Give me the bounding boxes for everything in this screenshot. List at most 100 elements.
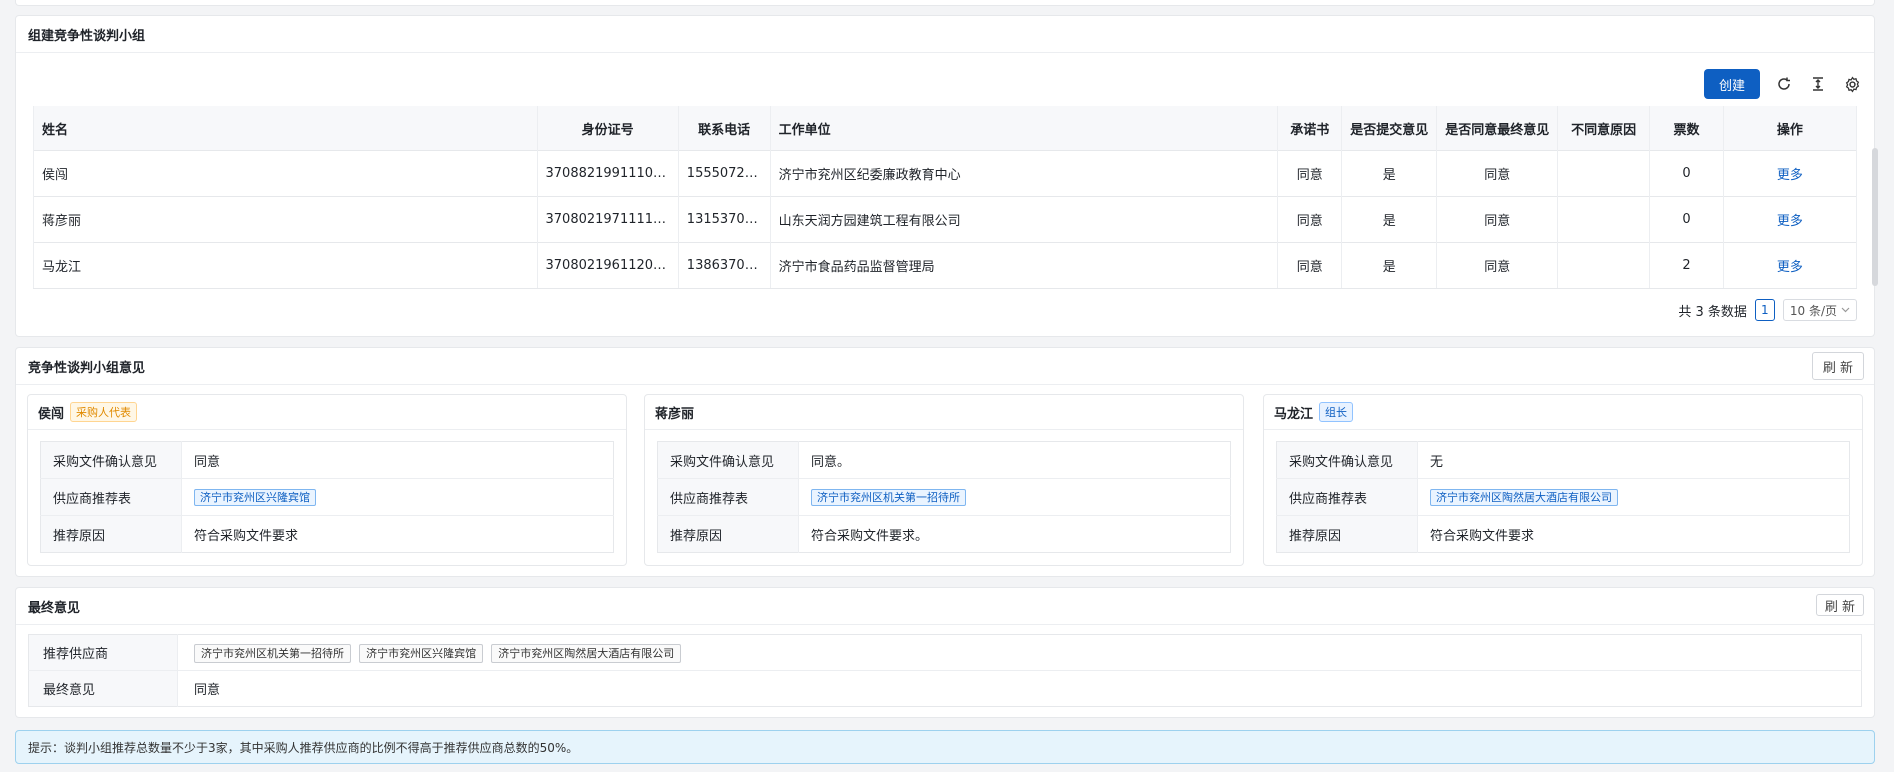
recommended-supplier-label: 推荐供应商 xyxy=(28,634,178,671)
group-section: 组建竞争性谈判小组 创建 姓名 身份证号 联系电话 工作单位 承诺书 是否提交意… xyxy=(15,15,1875,337)
reason-value: 符合采购文件要求 xyxy=(194,528,299,544)
cell-votes: 2 xyxy=(1649,242,1724,289)
cell-promise: 同意 xyxy=(1277,242,1343,289)
confirm-value: 无 xyxy=(1417,441,1850,479)
member-opinion-head: 侯闯 采购人代表 xyxy=(28,395,626,430)
reason-label: 推荐原因 xyxy=(657,515,799,553)
confirm-label: 采购文件确认意见 xyxy=(40,441,182,479)
final-refresh-button[interactable]: 刷 新 xyxy=(1815,594,1864,616)
more-link[interactable]: 更多 xyxy=(1723,196,1858,243)
final-opinion-value: 同意 xyxy=(194,683,221,698)
table-toolbar: 创建 xyxy=(1704,69,1862,99)
reason-label: 推荐原因 xyxy=(40,515,182,553)
notice-banner: 提示：谈判小组推荐总数量不少于3家，其中采购人推荐供应商的比例不得高于推荐供应商… xyxy=(15,730,1875,764)
opinion-section: 竞争性谈判小组意见 刷 新 侯闯 采购人代表 采购文件确认意见 同意 供应商推荐表… xyxy=(15,347,1875,577)
confirm-value: 同意。 xyxy=(798,441,1231,479)
supplier-label: 供应商推荐表 xyxy=(1276,478,1418,516)
cell-submitted: 是 xyxy=(1341,242,1438,289)
cell-unit: 济宁市食品药品监督管理局 xyxy=(770,242,1279,289)
cell-name: 马龙江 xyxy=(33,242,538,289)
final-section: 最终意见 刷 新 推荐供应商 济宁市兖州区机关第一招待所 济宁市兖州区兴隆宾馆 … xyxy=(15,587,1875,718)
confirm-label: 采购文件确认意见 xyxy=(1276,441,1418,479)
previous-card-bottom xyxy=(15,0,1875,6)
refresh-icon[interactable] xyxy=(1774,74,1794,94)
member-opinion-head: 马龙江 组长 xyxy=(1264,395,1862,430)
table-row: 蒋彦丽 3708021971111618... 131537011... 山东天… xyxy=(33,196,1858,243)
member-table: 姓名 身份证号 联系电话 工作单位 承诺书 是否提交意见 是否同意最终意见 不同… xyxy=(33,106,1858,289)
cell-agree-final: 同意 xyxy=(1436,150,1559,197)
more-link[interactable]: 更多 xyxy=(1723,150,1858,197)
table-row: 马龙江 3708021961120121... 138637063... 济宁市… xyxy=(33,242,1858,289)
cell-reason xyxy=(1557,196,1651,243)
page-number-button[interactable]: 1 xyxy=(1754,299,1775,321)
supplier-tag: 济宁市兖州区机关第一招待所 xyxy=(811,489,966,506)
cell-id: 3708021961120121... xyxy=(537,242,679,289)
supplier-tag: 济宁市兖州区陶然居大酒店有限公司 xyxy=(491,643,682,663)
member-name: 马龙江 xyxy=(1274,406,1314,422)
cell-unit: 山东天润方园建筑工程有限公司 xyxy=(770,196,1279,243)
member-opinion-card: 侯闯 采购人代表 采购文件确认意见 同意 供应商推荐表 济宁市兖州区兴隆宾馆 推荐原… xyxy=(27,394,627,566)
reason-value: 符合采购文件要求 xyxy=(1430,528,1535,544)
chevron-down-icon xyxy=(1841,307,1850,313)
col-header-agree-final: 是否同意最终意见 xyxy=(1436,106,1559,151)
confirm-value: 同意 xyxy=(181,441,614,479)
col-header-submitted: 是否提交意见 xyxy=(1341,106,1438,151)
col-header-promise: 承诺书 xyxy=(1277,106,1343,151)
settings-icon[interactable] xyxy=(1842,74,1862,94)
supplier-tag: 济宁市兖州区兴隆宾馆 xyxy=(359,643,484,663)
cell-reason xyxy=(1557,242,1651,289)
cell-id: 3708821991110716... xyxy=(537,150,679,197)
col-header-name: 姓名 xyxy=(33,106,538,151)
supplier-tag: 济宁市兖州区陶然居大酒店有限公司 xyxy=(1430,489,1618,506)
opinion-section-title: 竞争性谈判小组意见 xyxy=(16,348,1874,385)
cell-promise: 同意 xyxy=(1277,196,1343,243)
final-opinion-table: 推荐供应商 济宁市兖州区机关第一招待所 济宁市兖州区兴隆宾馆 济宁市兖州区陶然居… xyxy=(28,634,1862,707)
create-button[interactable]: 创建 xyxy=(1704,69,1760,99)
group-section-title: 组建竞争性谈判小组 xyxy=(16,16,1874,53)
page-size-select[interactable]: 10 条/页 xyxy=(1782,299,1857,321)
cell-id: 3708021971111618... xyxy=(537,196,679,243)
confirm-label: 采购文件确认意见 xyxy=(657,441,799,479)
member-name: 蒋彦丽 xyxy=(655,406,695,422)
cell-phone: 131537011... xyxy=(678,196,771,243)
supplier-tag: 济宁市兖州区兴隆宾馆 xyxy=(194,489,316,506)
supplier-tag: 济宁市兖州区机关第一招待所 xyxy=(194,643,351,663)
page-size-value: 10 条/页 xyxy=(1789,303,1837,318)
cell-phone: 138637063... xyxy=(678,242,771,289)
col-header-unit: 工作单位 xyxy=(770,106,1279,151)
more-link[interactable]: 更多 xyxy=(1723,242,1858,289)
cell-submitted: 是 xyxy=(1341,150,1438,197)
table-row: 侯闯 3708821991110716... 155507228... 济宁市兖… xyxy=(33,150,1858,197)
role-badge: 组长 xyxy=(1319,402,1354,422)
member-opinion-card: 马龙江 组长 采购文件确认意见无 供应商推荐表 济宁市兖州区陶然居大酒店有限公司 … xyxy=(1263,394,1863,566)
cell-name: 蒋彦丽 xyxy=(33,196,538,243)
col-header-reason: 不同意原因 xyxy=(1557,106,1651,151)
member-opinion-card: 蒋彦丽 采购文件确认意见 同意。 供应商推荐表 济宁市兖州区机关第一招待所 推荐原因… xyxy=(644,394,1244,566)
page-scrollbar[interactable] xyxy=(1872,148,1878,286)
reason-value: 符合采购文件要求。 xyxy=(811,528,929,544)
member-opinion-table: 采购文件确认意见 同意 供应商推荐表 济宁市兖州区兴隆宾馆 推荐原因 符合采购文件要求 xyxy=(40,441,614,553)
pagination: 共 3 条数据 1 10 条/页 xyxy=(1678,299,1857,321)
cell-name: 侯闯 xyxy=(33,150,538,197)
member-name: 侯闯 xyxy=(38,406,65,422)
cell-votes: 0 xyxy=(1649,196,1724,243)
supplier-label: 供应商推荐表 xyxy=(40,478,182,516)
cell-reason xyxy=(1557,150,1651,197)
member-opinion-table: 采购文件确认意见无 供应商推荐表 济宁市兖州区陶然居大酒店有限公司 推荐原因 符合采… xyxy=(1276,441,1850,553)
opinion-refresh-button[interactable]: 刷 新 xyxy=(1811,352,1864,380)
role-badge: 采购人代表 xyxy=(70,402,138,422)
cell-submitted: 是 xyxy=(1341,196,1438,243)
pagination-total: 共 3 条数据 xyxy=(1678,304,1747,320)
table-header-row: 姓名 身份证号 联系电话 工作单位 承诺书 是否提交意见 是否同意最终意见 不同… xyxy=(33,106,1858,151)
cell-agree-final: 同意 xyxy=(1436,196,1559,243)
col-header-action: 操作 xyxy=(1723,106,1858,151)
final-section-title: 最终意见 xyxy=(16,588,1874,625)
cell-votes: 0 xyxy=(1649,150,1724,197)
col-header-votes: 票数 xyxy=(1649,106,1724,151)
reason-label: 推荐原因 xyxy=(1276,515,1418,553)
cell-promise: 同意 xyxy=(1277,150,1343,197)
final-opinion-label: 最终意见 xyxy=(28,670,178,707)
member-opinion-head: 蒋彦丽 xyxy=(645,395,1243,430)
cell-unit: 济宁市兖州区纪委廉政教育中心 xyxy=(770,150,1279,197)
column-height-icon[interactable] xyxy=(1808,74,1828,94)
